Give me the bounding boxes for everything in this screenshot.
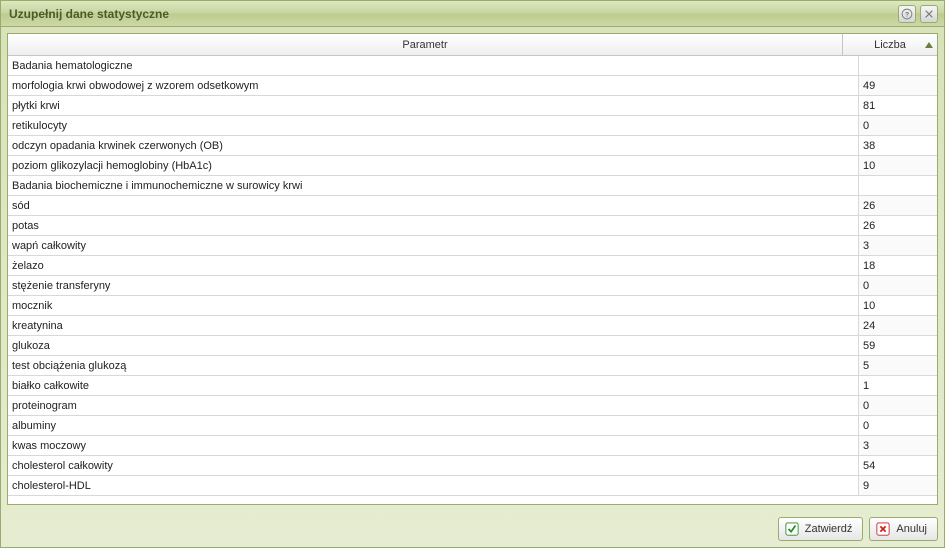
column-header-count-label: Liczba xyxy=(874,39,906,51)
param-cell: stężenie transferyny xyxy=(8,276,859,295)
param-cell: Badania hematologiczne xyxy=(8,56,859,75)
count-cell xyxy=(859,176,937,195)
close-icon xyxy=(923,8,935,20)
cancel-icon xyxy=(876,522,890,536)
param-cell: poziom glikozylacji hemoglobiny (HbA1c) xyxy=(8,156,859,175)
count-cell[interactable]: 26 xyxy=(859,196,937,215)
table-row[interactable]: test obciążenia glukozą5 xyxy=(8,356,937,376)
param-cell: glukoza xyxy=(8,336,859,355)
param-cell: potas xyxy=(8,216,859,235)
section-row[interactable]: Badania hematologiczne xyxy=(8,56,937,76)
count-cell[interactable]: 18 xyxy=(859,256,937,275)
param-cell: białko całkowite xyxy=(8,376,859,395)
param-cell: kreatynina xyxy=(8,316,859,335)
count-cell[interactable]: 5 xyxy=(859,356,937,375)
grid-body[interactable]: Badania hematologicznemorfologia krwi ob… xyxy=(8,56,937,504)
table-row[interactable]: kreatynina24 xyxy=(8,316,937,336)
count-cell[interactable]: 0 xyxy=(859,396,937,415)
table-row[interactable]: morfologia krwi obwodowej z wzorem odset… xyxy=(8,76,937,96)
table-row[interactable]: stężenie transferyny0 xyxy=(8,276,937,296)
button-bar: Zatwierdź Anuluj xyxy=(1,511,944,547)
column-header-param-label: Parametr xyxy=(402,39,447,51)
confirm-button-label: Zatwierdź xyxy=(805,523,853,535)
param-cell: żelazo xyxy=(8,256,859,275)
count-cell[interactable]: 0 xyxy=(859,116,937,135)
window-title: Uzupełnij dane statystyczne xyxy=(9,7,894,21)
table-row[interactable]: cholesterol-HDL9 xyxy=(8,476,937,496)
table-row[interactable]: proteinogram0 xyxy=(8,396,937,416)
param-cell: test obciążenia glukozą xyxy=(8,356,859,375)
count-cell[interactable]: 59 xyxy=(859,336,937,355)
checkmark-icon xyxy=(785,522,799,536)
table-row[interactable]: mocznik10 xyxy=(8,296,937,316)
param-cell: odczyn opadania krwinek czerwonych (OB) xyxy=(8,136,859,155)
count-cell[interactable]: 49 xyxy=(859,76,937,95)
param-cell: cholesterol-HDL xyxy=(8,476,859,495)
count-cell[interactable]: 0 xyxy=(859,276,937,295)
table-row[interactable]: retikulocyty0 xyxy=(8,116,937,136)
count-cell[interactable]: 26 xyxy=(859,216,937,235)
close-button[interactable] xyxy=(920,5,938,23)
param-cell: proteinogram xyxy=(8,396,859,415)
param-cell: Badania biochemiczne i immunochemiczne w… xyxy=(8,176,859,195)
data-grid: Parametr Liczba Badania hematologicznemo… xyxy=(7,33,938,505)
dialog-window: Uzupełnij dane statystyczne ? Parametr L… xyxy=(0,0,945,548)
table-row[interactable]: kwas moczowy3 xyxy=(8,436,937,456)
help-icon: ? xyxy=(901,8,913,20)
table-row[interactable]: białko całkowite1 xyxy=(8,376,937,396)
column-header-count[interactable]: Liczba xyxy=(843,34,937,55)
table-row[interactable]: potas26 xyxy=(8,216,937,236)
grid-header: Parametr Liczba xyxy=(8,34,937,56)
table-row[interactable]: płytki krwi81 xyxy=(8,96,937,116)
content-area: Parametr Liczba Badania hematologicznemo… xyxy=(1,27,944,511)
table-row[interactable]: cholesterol całkowity54 xyxy=(8,456,937,476)
count-cell[interactable]: 38 xyxy=(859,136,937,155)
table-row[interactable]: poziom glikozylacji hemoglobiny (HbA1c)1… xyxy=(8,156,937,176)
count-cell[interactable]: 81 xyxy=(859,96,937,115)
param-cell: cholesterol całkowity xyxy=(8,456,859,475)
count-cell[interactable]: 24 xyxy=(859,316,937,335)
param-cell: morfologia krwi obwodowej z wzorem odset… xyxy=(8,76,859,95)
svg-text:?: ? xyxy=(905,11,909,18)
confirm-button[interactable]: Zatwierdź xyxy=(778,517,864,541)
cancel-button[interactable]: Anuluj xyxy=(869,517,938,541)
count-cell[interactable]: 3 xyxy=(859,236,937,255)
column-header-param[interactable]: Parametr xyxy=(8,34,843,55)
sort-ascending-icon xyxy=(925,42,933,48)
param-cell: retikulocyty xyxy=(8,116,859,135)
table-row[interactable]: wapń całkowity3 xyxy=(8,236,937,256)
table-row[interactable]: albuminy0 xyxy=(8,416,937,436)
param-cell: płytki krwi xyxy=(8,96,859,115)
param-cell: albuminy xyxy=(8,416,859,435)
count-cell xyxy=(859,56,937,75)
param-cell: kwas moczowy xyxy=(8,436,859,455)
titlebar: Uzupełnij dane statystyczne ? xyxy=(1,1,944,27)
param-cell: sód xyxy=(8,196,859,215)
count-cell[interactable]: 3 xyxy=(859,436,937,455)
count-cell[interactable]: 9 xyxy=(859,476,937,495)
table-row[interactable]: żelazo18 xyxy=(8,256,937,276)
count-cell[interactable]: 1 xyxy=(859,376,937,395)
help-button[interactable]: ? xyxy=(898,5,916,23)
table-row[interactable]: sód26 xyxy=(8,196,937,216)
param-cell: wapń całkowity xyxy=(8,236,859,255)
count-cell[interactable]: 10 xyxy=(859,156,937,175)
param-cell: mocznik xyxy=(8,296,859,315)
count-cell[interactable]: 0 xyxy=(859,416,937,435)
table-row[interactable]: odczyn opadania krwinek czerwonych (OB)3… xyxy=(8,136,937,156)
cancel-button-label: Anuluj xyxy=(896,523,927,535)
table-row[interactable]: glukoza59 xyxy=(8,336,937,356)
count-cell[interactable]: 10 xyxy=(859,296,937,315)
count-cell[interactable]: 54 xyxy=(859,456,937,475)
section-row[interactable]: Badania biochemiczne i immunochemiczne w… xyxy=(8,176,937,196)
